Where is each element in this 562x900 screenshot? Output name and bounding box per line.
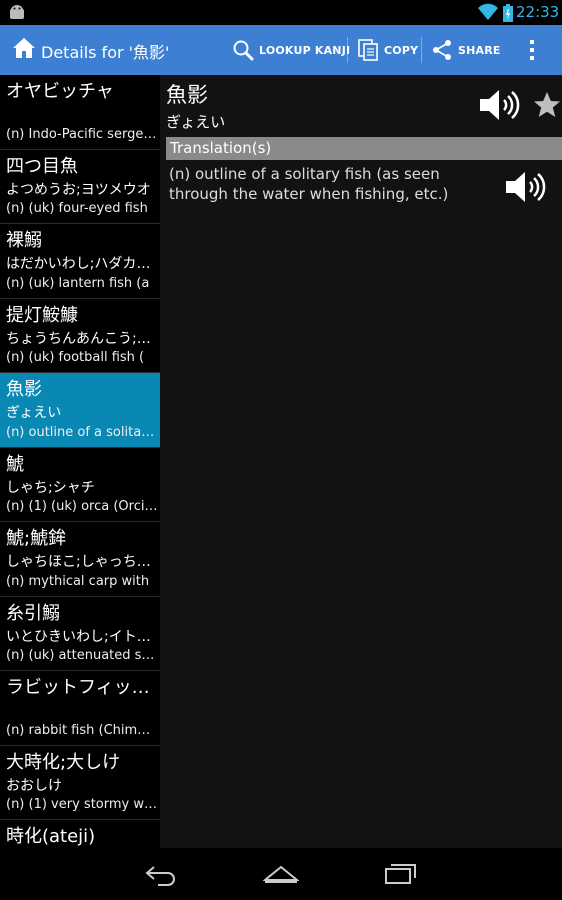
copy-icon xyxy=(358,39,378,61)
action-separator xyxy=(347,37,348,63)
detail-kanji: 魚影 xyxy=(166,83,208,107)
list-item-kanji: ラビットフィッシュ xyxy=(6,677,158,698)
list-item-gloss: (n) (uk) lantern fish (a xyxy=(6,275,150,291)
list-item-gloss: (n) (1) (uk) orca (Orcinus orca) xyxy=(6,499,158,514)
list-item[interactable]: ラビットフィッシュ (n) rabbit fish (Chimaera xyxy=(0,671,160,746)
list-item-reading: ちょうちんあんこう;チョウチンアンコウ xyxy=(6,330,158,347)
share-button[interactable]: SHARE xyxy=(431,25,501,75)
page-title: Details for '魚影' xyxy=(41,43,170,62)
list-item-kanji: オヤビッチャ xyxy=(6,81,114,102)
list-item-kanji: 糸引鰯 xyxy=(6,602,60,624)
detail-pane: 魚影 ぎょえい Translation(s) (n) outline of a … xyxy=(160,75,562,848)
copy-button[interactable]: COPY xyxy=(357,25,418,75)
list-item-kanji: 大時化;大しけ xyxy=(6,751,121,773)
list-item-kanji: 四つ目魚 xyxy=(6,155,78,177)
list-item-selected[interactable]: 魚影 ぎょえい (n) outline of a solitary fish xyxy=(0,373,160,448)
list-item-gloss: (n) (1) very stormy weather xyxy=(6,797,158,812)
magnifier-icon xyxy=(233,40,254,61)
list-item-gloss: (n) rabbit fish (Chimaera xyxy=(6,722,158,738)
list-item-gloss: (n) (uk) attenuated spider xyxy=(6,648,158,663)
list-item-kanji: 時化(ateji) xyxy=(6,826,96,847)
list-item-reading: しゃちほこ;しゃっちょこ xyxy=(6,554,158,570)
list-item[interactable]: 時化(ateji) xyxy=(0,820,160,848)
speaker-icon[interactable] xyxy=(477,85,521,125)
recents-icon[interactable] xyxy=(384,862,418,886)
detail-reading: ぎょえい xyxy=(166,113,226,131)
list-item[interactable]: 糸引鰯 いとひきいわし;イトヒキイワシ (n) (uk) attenuated … xyxy=(0,597,160,671)
home-icon[interactable] xyxy=(12,37,36,59)
list-item-gloss: (n) mythical carp with xyxy=(6,573,150,589)
star-icon[interactable] xyxy=(533,91,561,119)
speaker-icon[interactable] xyxy=(503,167,547,207)
status-bar: 22:33 xyxy=(0,0,562,25)
list-item[interactable]: 鯱 しゃち;シャチ (n) (1) (uk) orca (Orcinus orc… xyxy=(0,448,160,522)
list-item[interactable]: 大時化;大しけ おおしけ (n) (1) very stormy weather xyxy=(0,746,160,820)
translations-section-header: Translation(s) xyxy=(166,137,562,160)
list-item-reading: しゃち;シャチ xyxy=(6,479,95,496)
list-item-gloss: (n) (uk) football fish ( xyxy=(6,350,145,365)
list-item-kanji: 鯱 xyxy=(6,453,24,475)
list-item-reading: いとひきいわし;イトヒキイワシ xyxy=(6,628,158,645)
list-item-gloss: (n) outline of a solitary fish xyxy=(6,424,158,440)
list-item-kanji: 魚影 xyxy=(6,379,42,400)
list-item-reading: よつめうお;ヨツメウオ xyxy=(6,181,151,198)
home-nav-icon[interactable] xyxy=(263,862,299,886)
list-item-reading: ぎょえい xyxy=(6,405,62,421)
list-item-reading: はだかいわし;ハダカイワシ xyxy=(6,256,158,272)
list-item[interactable]: オヤビッチャ (n) Indo-Pacific sergeant xyxy=(0,75,160,150)
list-item-reading: おおしけ xyxy=(6,777,62,794)
back-icon[interactable] xyxy=(144,862,178,886)
list-item-kanji: 鯱;鯱鉾 xyxy=(6,528,67,549)
android-notification-icon xyxy=(10,5,24,19)
lookup-kanji-button[interactable]: LOOKUP KANJI xyxy=(232,25,350,75)
list-item-kanji: 裸鰯 xyxy=(6,230,42,251)
copy-label: COPY xyxy=(384,43,419,57)
action-bar: Details for '魚影' LOOKUP KANJI COPY SHARE xyxy=(0,25,562,75)
battery-icon xyxy=(503,4,513,22)
list-item-gloss: (n) (uk) four-eyed fish xyxy=(6,201,148,216)
list-item[interactable]: 裸鰯 はだかいわし;ハダカイワシ (n) (uk) lantern fish (… xyxy=(0,224,160,299)
results-list[interactable]: オヤビッチャ (n) Indo-Pacific sergeant 四つ目魚 よつ… xyxy=(0,75,160,848)
list-item[interactable]: 提灯鮟鱇 ちょうちんあんこう;チョウチンアンコウ (n) (uk) footba… xyxy=(0,299,160,373)
action-separator xyxy=(421,37,422,63)
lookup-kanji-label: LOOKUP KANJI xyxy=(259,43,351,57)
share-label: SHARE xyxy=(458,43,501,57)
clock: 22:33 xyxy=(516,3,560,21)
list-item-kanji: 提灯鮟鱇 xyxy=(6,304,78,326)
wifi-icon xyxy=(478,3,498,20)
share-icon xyxy=(433,40,451,60)
overflow-menu-icon[interactable] xyxy=(526,39,538,61)
list-item[interactable]: 鯱;鯱鉾 しゃちほこ;しゃっちょこ (n) mythical carp with xyxy=(0,522,160,597)
list-item-gloss: (n) Indo-Pacific sergeant xyxy=(6,126,158,142)
translation-text: (n) outline of a solitary fish (as seen … xyxy=(169,165,449,203)
navigation-bar xyxy=(0,848,562,900)
list-item[interactable]: 四つ目魚 よつめうお;ヨツメウオ (n) (uk) four-eyed fish xyxy=(0,150,160,224)
